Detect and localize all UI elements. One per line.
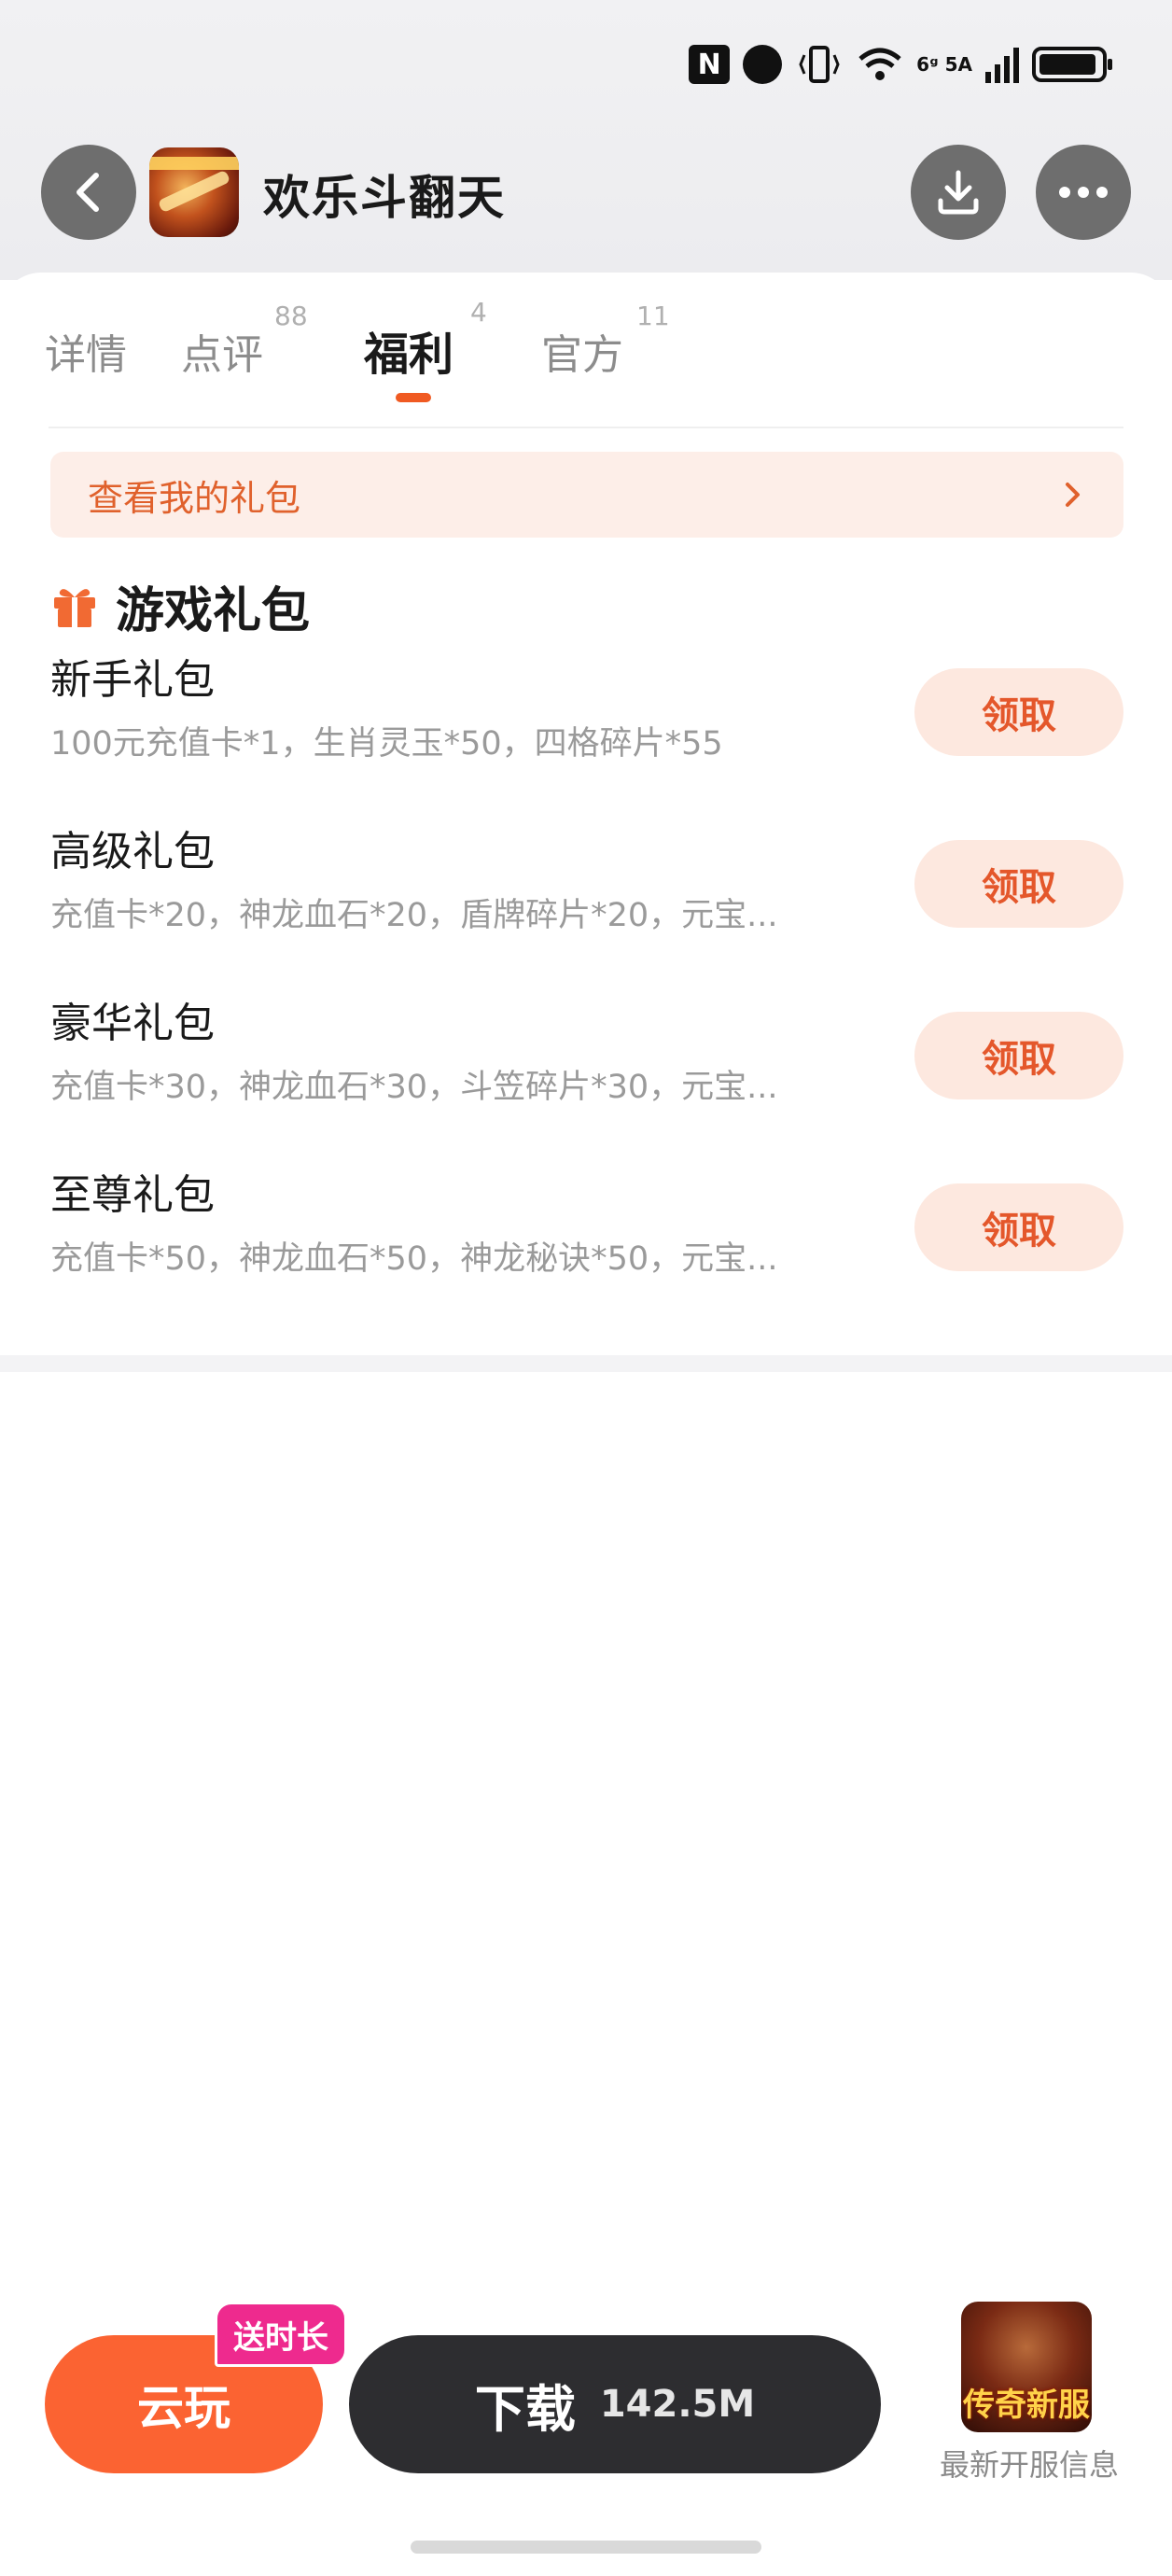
new-server-icon-text: 传奇新服 (963, 2387, 1090, 2424)
more-button[interactable] (1036, 145, 1131, 240)
gift-icon (54, 588, 95, 627)
battery-icon (1032, 47, 1112, 82)
gift-description: 100元充值卡*1，生肖灵玉*50，四格碎片*55 (50, 725, 723, 763)
tab-count: 4 (470, 297, 487, 328)
gift-name: 至尊礼包 (50, 1171, 215, 1219)
download-icon (938, 170, 979, 215)
divider (49, 427, 1123, 428)
section-header: 游戏礼包 (50, 571, 310, 641)
section-separator (0, 1355, 1172, 1372)
bonus-time-badge: 送时长 (215, 2302, 347, 2367)
gift-name: 高级礼包 (50, 828, 215, 875)
more-icon (1059, 187, 1108, 198)
section-title: 游戏礼包 (116, 583, 311, 639)
tab-welfare[interactable]: 福利 4 (364, 297, 487, 383)
tab-count: 88 (274, 301, 308, 331)
my-gifts-label: 查看我的礼包 (88, 477, 301, 519)
back-button[interactable] (41, 145, 136, 240)
network-type: 6ᵍ 5A (916, 53, 972, 76)
download-size: 142.5M (599, 2383, 756, 2426)
app-title: 欢乐斗翻天 (263, 171, 506, 225)
home-indicator[interactable] (411, 2541, 761, 2554)
gift-item: 高级礼包 充值卡*20，神龙血石*20，盾牌碎片*20，元宝... 领取 (50, 818, 1123, 958)
new-server-icon[interactable]: 传奇新服 (961, 2302, 1092, 2432)
new-server-label[interactable]: 最新开服信息 (931, 2442, 1127, 2485)
vibrate-icon (795, 45, 844, 84)
signal-icon (985, 45, 1019, 84)
tab-reviews[interactable]: 点评 88 (181, 301, 308, 381)
download-top-button[interactable] (911, 145, 1006, 240)
chevron-left-icon (77, 173, 99, 212)
wifi-icon (857, 45, 903, 84)
tab-official[interactable]: 官方 11 (541, 301, 670, 381)
chevron-right-icon (1066, 483, 1080, 507)
tab-label: 官方 (541, 331, 623, 379)
download-label: 下载 (474, 2379, 576, 2439)
tab-label: 点评 (181, 331, 263, 379)
claim-button[interactable]: 领取 (914, 1012, 1123, 1099)
claim-button[interactable]: 领取 (914, 1183, 1123, 1271)
nfc-icon: N (689, 45, 731, 84)
app-icon (149, 147, 239, 237)
content-card: 详情 点评 88 福利 4 官方 11 查看我的礼包 游戏礼包 新手礼包 100… (0, 273, 1172, 1357)
gift-name: 新手礼包 (50, 656, 215, 704)
gift-description: 充值卡*30，神龙血石*30，斗笠碎片*30，元宝... (50, 1069, 778, 1106)
claim-button[interactable]: 领取 (914, 668, 1123, 756)
alarm-icon (743, 45, 783, 84)
gift-item: 豪华礼包 充值卡*30，神龙血石*30，斗笠碎片*30，元宝... 领取 (50, 989, 1123, 1129)
gift-item: 新手礼包 100元充值卡*1，生肖灵玉*50，四格碎片*55 领取 (50, 646, 1123, 786)
my-gifts-link[interactable]: 查看我的礼包 (50, 452, 1123, 538)
tab-bar: 详情 点评 88 福利 4 官方 11 (0, 273, 1172, 427)
tab-details[interactable]: 详情 (45, 321, 127, 381)
tab-count: 11 (636, 301, 670, 331)
gift-item: 至尊礼包 充值卡*50，神龙血石*50，神龙秘诀*50，元宝... 领取 (50, 1161, 1123, 1301)
gift-name: 豪华礼包 (50, 1000, 215, 1047)
tab-label: 福利 (364, 329, 454, 381)
download-button[interactable]: 下载 142.5M (349, 2335, 881, 2473)
gift-description: 充值卡*20，神龙血石*20，盾牌碎片*20，元宝... (50, 897, 778, 934)
active-tab-indicator (396, 393, 431, 402)
claim-button[interactable]: 领取 (914, 840, 1123, 928)
gift-description: 充值卡*50，神龙血石*50，神龙秘诀*50，元宝... (50, 1240, 778, 1278)
tab-label: 详情 (45, 331, 127, 379)
status-bar: N 6ᵍ 5A (689, 41, 1112, 88)
